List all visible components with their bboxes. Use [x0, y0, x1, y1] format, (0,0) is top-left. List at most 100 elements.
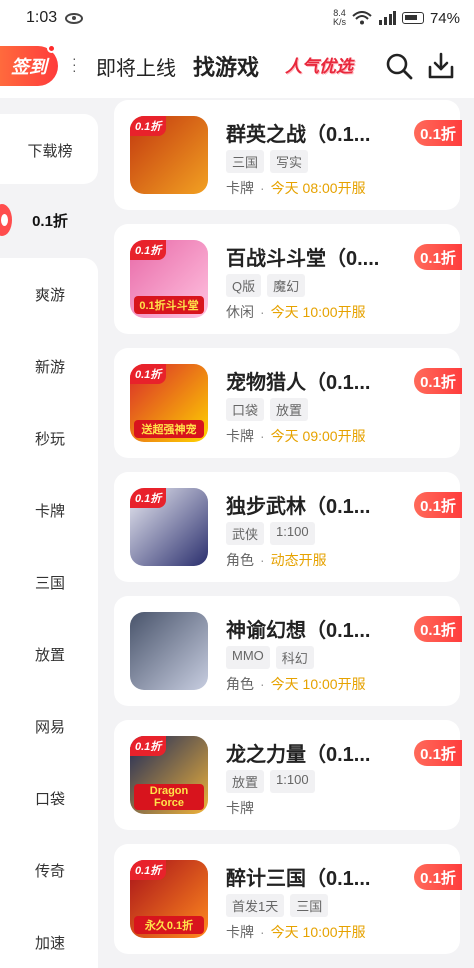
server-open-time: 动态开服 — [270, 552, 327, 568]
sidebar-item[interactable]: 网易 — [0, 690, 100, 762]
discount-badge: 0.1折 — [414, 616, 462, 642]
download-icon[interactable] — [426, 51, 456, 81]
game-icon: 0.1折 — [130, 488, 208, 566]
game-tag: 口袋 — [226, 398, 265, 421]
wifi-icon — [352, 11, 372, 25]
server-open-time: 今天 09:00开服 — [270, 428, 366, 444]
game-meta: 卡牌 · 今天 09:00开服 — [226, 426, 366, 446]
icon-banner-text: 0.1折斗斗堂 — [134, 296, 204, 314]
sidebar-item[interactable]: 秒玩 — [0, 402, 100, 474]
game-tags: MMO 科幻 — [226, 646, 314, 669]
icon-discount-badge: 0.1折 — [130, 364, 167, 384]
category-sidebar: 下载榜 0.1折 爽游 新游 秒玩 卡牌 三国 放置 网易 口袋 传奇 加速 — [0, 98, 100, 968]
discount-badge: 0.1折 — [414, 864, 462, 890]
game-tag: 科幻 — [275, 646, 314, 669]
game-tags: 放置 1:100 — [226, 770, 315, 793]
game-name: 宠物猎人（0.1... — [226, 372, 371, 394]
sidebar-item[interactable]: 爽游 — [0, 258, 100, 330]
game-meta: 卡牌 · 今天 08:00开服 — [226, 178, 366, 198]
game-meta: 角色 · 动态开服 — [226, 550, 327, 570]
meta-separator: · — [260, 304, 265, 320]
game-name: 独步武林（0.1... — [226, 496, 371, 518]
status-right: 8.4 K/s 74% — [333, 9, 460, 27]
meta-separator: · — [260, 428, 265, 444]
game-tag: 魔幻 — [267, 274, 306, 297]
search-icon[interactable] — [384, 51, 414, 81]
sidebar-item[interactable]: 三国 — [0, 546, 100, 618]
game-icon: 0.1折送超强神宠 — [130, 364, 208, 442]
game-card[interactable]: 0.1折 群英之战（0.1... 三国 写实 卡牌 · 今天 08:00开服 0.1折 — [114, 100, 462, 210]
game-icon: 0.1折 0.1折斗斗堂 — [130, 240, 208, 318]
game-category: 休闲 — [226, 304, 254, 320]
icon-banner-text: 永久0.1折 — [134, 916, 204, 934]
discount-badge: 0.1折 — [414, 368, 462, 394]
meta-separator: · — [260, 924, 265, 940]
game-card[interactable]: 0.1折 0.1折斗斗堂 百战斗斗堂（0.... Q版 魔幻休闲 · 今天 10:00开服 0… — [114, 224, 462, 334]
game-card[interactable]: 神谕幻想（0.1... MMO 科幻 角色 · 今天 10:00开服 0.1折 — [114, 596, 462, 706]
game-tag: 写实 — [270, 150, 309, 173]
discount-badge: 0.1折 — [414, 244, 462, 270]
icon-discount-badge: 0.1折 — [130, 488, 167, 508]
meta-separator: · — [260, 676, 265, 692]
game-meta: 卡牌 · 今天 10:00开服 — [226, 922, 366, 942]
sidebar-item[interactable]: 传奇 — [0, 834, 100, 906]
sidebar-item[interactable]: 下载榜 — [0, 114, 100, 186]
tab-upcoming[interactable]: 即将上线 — [96, 52, 176, 81]
game-meta: 角色 · 今天 10:00开服 — [226, 674, 366, 694]
tab-find-games[interactable]: 找游戏 — [193, 50, 259, 82]
game-icon: 0.1折 Dragon Force — [130, 736, 208, 814]
signin-button[interactable]: 签到 — [0, 44, 58, 86]
game-icon: 0.1折 — [130, 116, 208, 194]
game-meta: 卡牌 — [226, 798, 254, 818]
network-speed: 8.4 K/s — [332, 8, 346, 27]
game-card[interactable]: 0.1折 Dragon Force 龙之力量（0.1... 放置 1:100 卡牌 0.1折 — [114, 720, 462, 830]
game-tags: 口袋 放置 — [226, 398, 309, 421]
game-tag: 1:100 — [270, 522, 315, 545]
more-icon[interactable]: · · · — [72, 51, 77, 77]
game-card[interactable]: 0.1折 永久0.1折 醉计三国（0.1... 首发1天 三国 卡牌 · 今天 10:00开服… — [114, 844, 462, 954]
icon-discount-badge: 0.1折 — [130, 860, 167, 880]
game-tag: 武侠 — [226, 522, 265, 545]
meta-separator: · — [260, 552, 265, 568]
tab-popular[interactable]: 人气优选 — [285, 52, 353, 77]
sidebar-item[interactable]: 0.1折 — [0, 184, 100, 256]
server-open-time: 今天 10:00开服 — [270, 304, 366, 320]
status-bar: 1:03 8.4 K/s 74% — [0, 0, 474, 36]
game-tags: 三国 写实 — [226, 150, 309, 173]
game-icon — [130, 612, 208, 690]
game-category: 卡牌 — [226, 428, 254, 444]
discount-badge: 0.1折 — [414, 492, 462, 518]
sidebar-item[interactable]: 卡牌 — [0, 474, 100, 546]
server-open-time: 今天 10:00开服 — [270, 676, 366, 692]
game-name: 群英之战（0.1... — [226, 124, 371, 146]
game-name: 神谕幻想（0.1... — [226, 620, 371, 642]
server-open-time: 今天 10:00开服 — [270, 924, 366, 940]
game-tag: MMO — [226, 646, 270, 669]
icon-discount-badge: 0.1折 — [130, 240, 167, 260]
icon-banner-text: 送超强神宠 — [134, 420, 204, 438]
eye-icon — [65, 12, 84, 24]
sidebar-item[interactable]: 口袋 — [0, 762, 100, 834]
game-tag: 放置 — [226, 770, 265, 793]
status-time: 1:03 — [26, 9, 58, 26]
game-tags: 武侠 1:100 — [226, 522, 315, 545]
discount-badge: 0.1折 — [414, 740, 462, 766]
top-header: 签到 · · · 即将上线 找游戏 人气优选 — [0, 36, 474, 98]
game-category: 卡牌 — [226, 924, 254, 940]
game-card[interactable]: 0.1折 送超强神宠 宠物猎人（0.1... 口袋 放置 卡牌 · 今天 09:00开服 0.1… — [114, 348, 462, 458]
game-meta: 休闲 · 今天 10:00开服 — [226, 302, 366, 322]
game-tag: 1:100 — [270, 770, 315, 793]
sidebar-item[interactable]: 新游 — [0, 330, 100, 402]
game-tag: 放置 — [270, 398, 309, 421]
game-name: 百战斗斗堂（0.... — [226, 248, 380, 270]
game-card[interactable]: 0.1折 独步武林（0.1... 武侠 1:100 角色 · 动态开服 0.1折 — [114, 472, 462, 582]
game-tags: Q版 魔幻 — [226, 274, 306, 297]
game-tag: 三国 — [290, 894, 329, 917]
battery-percent: 74% — [429, 9, 460, 27]
icon-discount-badge: 0.1折 — [130, 116, 167, 136]
game-tag: 首发1天 — [226, 894, 285, 917]
battery-icon — [401, 12, 424, 24]
sidebar-item[interactable]: 加速 — [0, 906, 100, 968]
game-icon: 0.1折永久0.1折 — [130, 860, 208, 938]
sidebar-item[interactable]: 放置 — [0, 618, 100, 690]
